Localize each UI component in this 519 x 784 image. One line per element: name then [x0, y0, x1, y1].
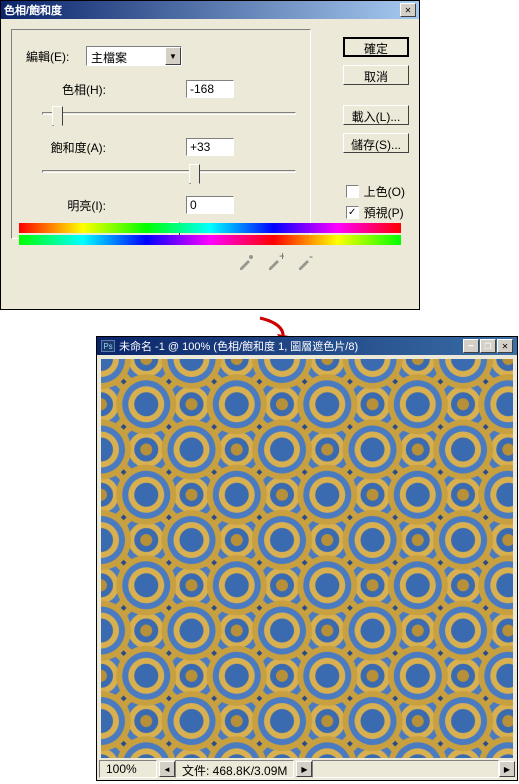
preview-label: 預視(P) — [364, 204, 404, 221]
saturation-slider[interactable] — [42, 162, 296, 182]
hue-label: 色相(H): — [26, 81, 106, 98]
maximize-icon[interactable] — [480, 339, 496, 353]
colorize-label: 上色(O) — [364, 183, 405, 200]
lightness-input[interactable] — [186, 196, 234, 214]
preview-checkbox[interactable]: ✓ — [346, 206, 359, 219]
edit-value: 主檔案 — [87, 47, 165, 65]
save-button[interactable]: 儲存(S)... — [343, 133, 409, 153]
ok-button[interactable]: 確定 — [343, 37, 409, 57]
hue-spectrum-top — [19, 223, 401, 233]
doc-titlebar[interactable]: Ps 未命名 -1 @ 100% (色相/飽和度 1, 圖層遮色片/8) — [97, 337, 517, 355]
edit-dropdown[interactable]: 主檔案 ▼ — [86, 46, 182, 66]
dialog-buttons: 確定 取消 載入(L)... 儲存(S)... — [343, 37, 409, 161]
chevron-down-icon[interactable]: ▼ — [165, 47, 181, 65]
load-button[interactable]: 載入(L)... — [343, 105, 409, 125]
pattern-image — [101, 359, 513, 758]
minimize-icon[interactable] — [463, 339, 479, 353]
eyedropper-add-icon[interactable]: + — [262, 253, 284, 271]
file-info: 文件: 468.8K/3.09M — [175, 760, 294, 778]
menu-arrow-icon[interactable]: ▶ — [296, 761, 312, 777]
scroll-right-icon[interactable]: ▶ — [499, 761, 515, 777]
hue-saturation-dialog: 色相/飽和度 編輯(E): 主檔案 ▼ 色相(H): 飽和度(A): — [0, 0, 420, 310]
dialog-titlebar[interactable]: 色相/飽和度 — [1, 1, 419, 19]
close-icon[interactable] — [400, 3, 416, 17]
document-window: Ps 未命名 -1 @ 100% (色相/飽和度 1, 圖層遮色片/8) — [96, 336, 518, 781]
saturation-thumb[interactable] — [189, 164, 200, 184]
dialog-title: 色相/飽和度 — [4, 2, 399, 18]
cancel-button[interactable]: 取消 — [343, 65, 409, 85]
hue-spectrum-bottom — [19, 235, 401, 245]
edit-label: 編輯(E): — [26, 48, 86, 65]
colorize-checkbox[interactable] — [346, 185, 359, 198]
eyedropper-icon[interactable] — [233, 253, 255, 271]
svg-text:+: + — [279, 253, 284, 263]
lightness-label: 明亮(I): — [26, 197, 106, 214]
hue-thumb[interactable] — [52, 106, 63, 126]
checkbox-group: 上色(O) ✓ 預視(P) — [346, 179, 405, 225]
eyedropper-subtract-icon[interactable]: - — [292, 253, 314, 271]
status-bar: 100% ◄ 文件: 468.8K/3.09M ▶ ▶ — [99, 760, 515, 778]
scroll-left-icon[interactable]: ◄ — [159, 761, 175, 777]
hue-input[interactable] — [186, 80, 234, 98]
hue-slider[interactable] — [42, 104, 296, 124]
svg-text:-: - — [309, 253, 313, 263]
canvas[interactable] — [101, 359, 513, 758]
saturation-input[interactable] — [186, 138, 234, 156]
scrollbar-h[interactable] — [312, 760, 499, 778]
photoshop-icon: Ps — [101, 340, 115, 352]
close-icon[interactable] — [497, 339, 513, 353]
hs-fieldset: 編輯(E): 主檔案 ▼ 色相(H): 飽和度(A): — [11, 29, 311, 239]
zoom-level[interactable]: 100% — [99, 760, 157, 778]
doc-title: 未命名 -1 @ 100% (色相/飽和度 1, 圖層遮色片/8) — [119, 338, 462, 354]
saturation-label: 飽和度(A): — [26, 139, 106, 156]
